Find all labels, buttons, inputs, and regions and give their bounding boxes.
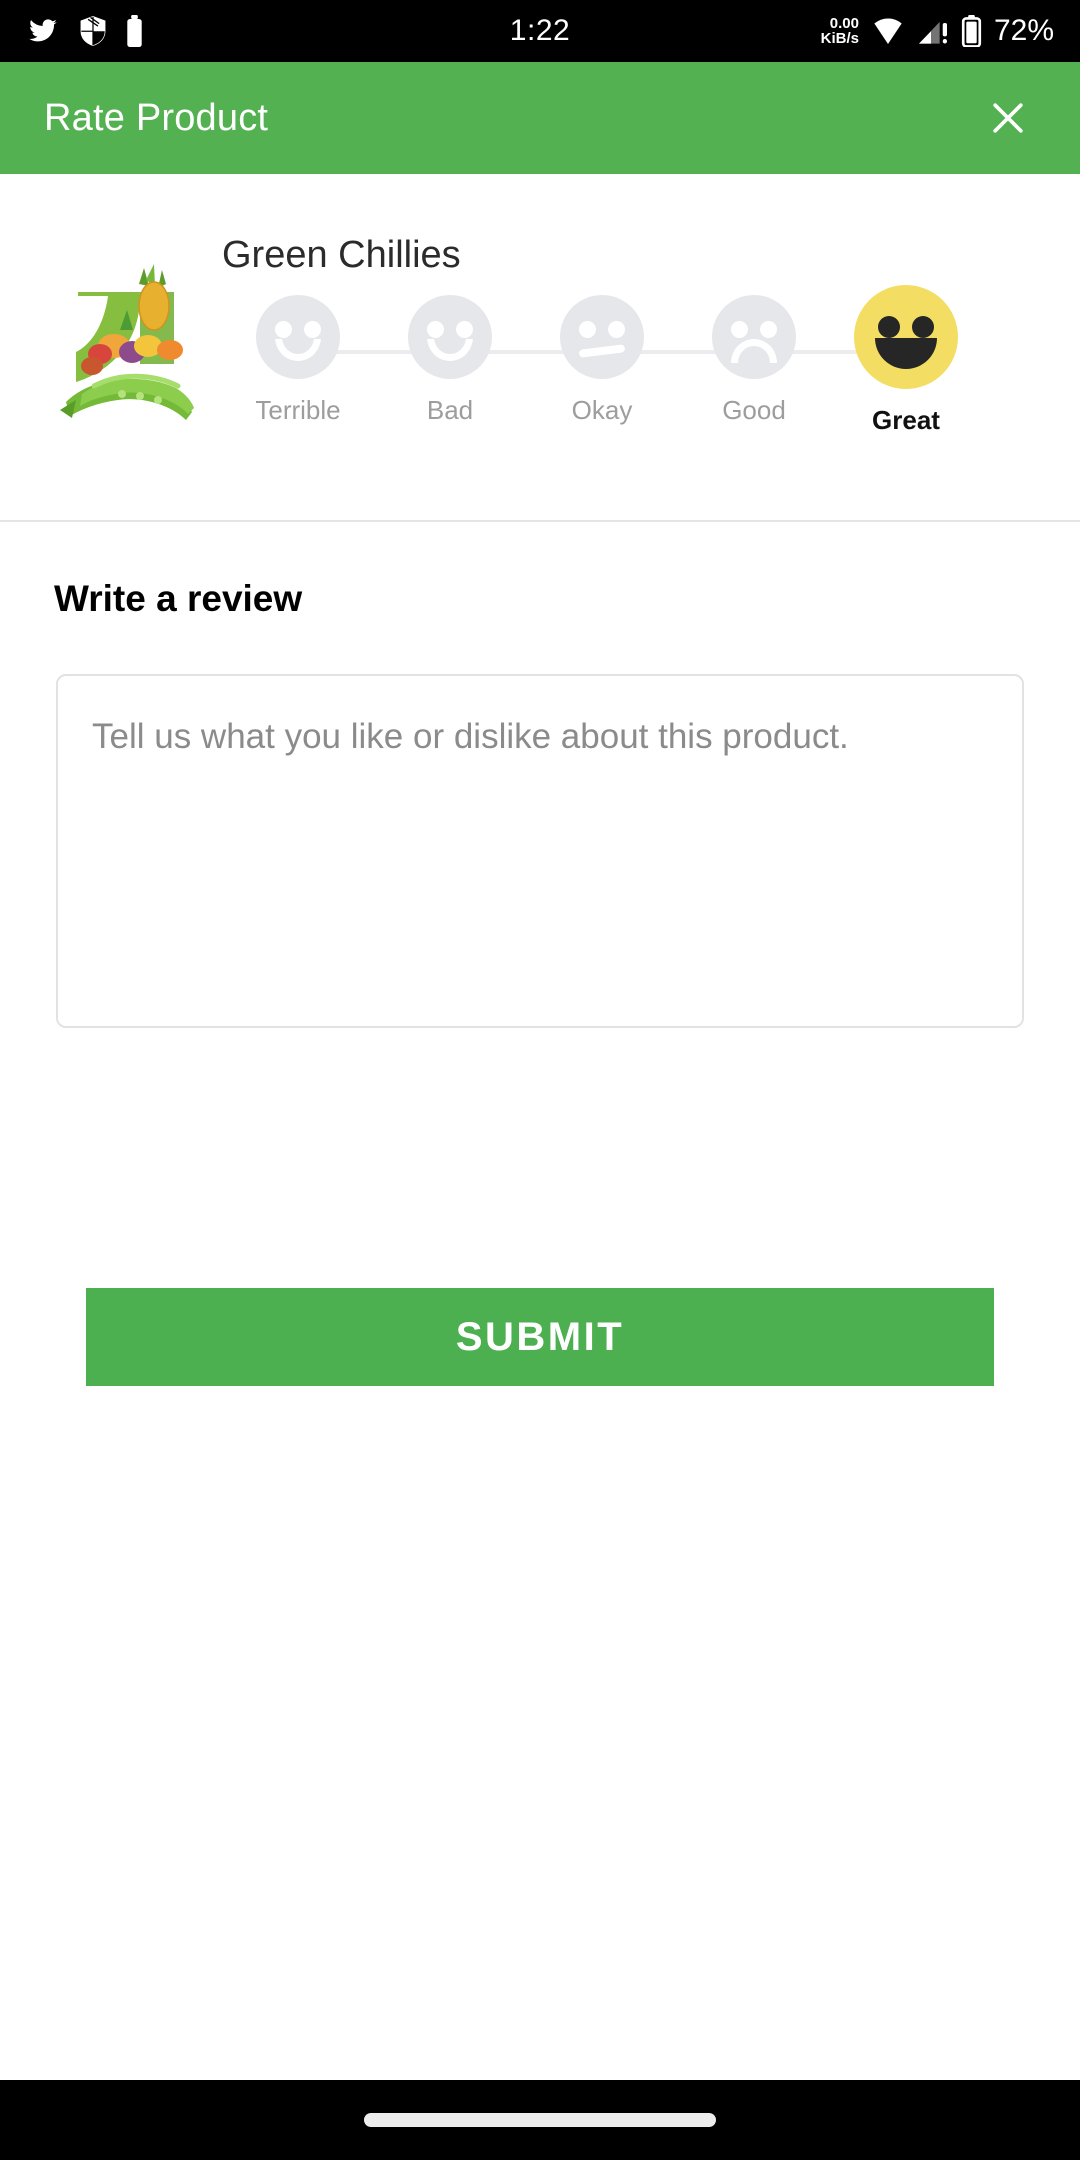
rating-option-terrible[interactable]: Terrible [222, 295, 374, 426]
rating-label-great: Great [872, 405, 940, 435]
rating-selector[interactable]: Terrible Bad Okay Good Great [222, 285, 982, 436]
battery-saver-icon [127, 15, 142, 47]
wifi-icon [874, 18, 902, 44]
rating-option-good[interactable]: Good [678, 295, 830, 426]
green-chillies [60, 373, 194, 420]
face-okay-icon [560, 295, 644, 379]
status-bar-right-icons: 0.00 KiB/s 72% [821, 14, 1054, 48]
status-bar: 1:22 0.00 KiB/s 72% [0, 0, 1080, 62]
submit-button-label: SUBMIT [455, 1314, 625, 1359]
battery-percent-label: 72% [993, 14, 1054, 47]
face-bad-icon [408, 295, 492, 379]
page-title: Rate Product [44, 96, 269, 139]
product-image [36, 234, 216, 424]
rating-label-terrible: Terrible [255, 395, 341, 425]
cellular-signal-alert-icon [918, 21, 947, 44]
network-speed-indicator: 0.00 KiB/s [821, 16, 859, 46]
shield-icon [80, 16, 106, 46]
face-terrible-icon [256, 295, 340, 379]
review-input[interactable]: Tell us what you like or dislike about t… [56, 674, 1024, 1028]
status-bar-left-icons [26, 15, 143, 47]
submit-button[interactable]: SUBMIT [86, 1288, 994, 1386]
review-placeholder-text: Tell us what you like or dislike about t… [92, 717, 849, 756]
rating-label-bad: Bad [426, 395, 474, 425]
app-bar: Rate Product [0, 62, 1080, 174]
twitter-icon [29, 19, 57, 42]
rating-label-okay: Okay [571, 395, 633, 425]
battery-icon [961, 15, 982, 47]
pineapple [138, 264, 170, 331]
close-icon [993, 103, 1023, 133]
rating-option-bad[interactable]: Bad [374, 295, 526, 426]
rating-option-okay[interactable]: Okay [526, 295, 678, 426]
face-good-icon [712, 295, 796, 379]
phone-screen: 1:22 0.00 KiB/s 72% Rate Product Green C… [0, 0, 1080, 2160]
network-speed-unit: KiB/s [820, 30, 859, 47]
review-section-heading: Write a review [54, 578, 303, 619]
rating-label-good: Good [722, 395, 786, 425]
rating-card: Green Chillies Terrible Bad Okay Good Gr… [0, 174, 1080, 522]
close-button[interactable] [976, 86, 1040, 150]
network-speed-value: 0.00 [829, 15, 859, 32]
rating-content: Green Chillies Terrible Bad Okay Good Gr… [216, 234, 1080, 436]
product-name: Green Chillies [222, 234, 461, 276]
home-gesture-pill[interactable] [364, 2113, 716, 2127]
rating-option-great[interactable]: Great [830, 285, 982, 436]
system-navigation-bar [0, 2080, 1080, 2160]
produce-logo-graphic [60, 264, 194, 420]
face-great-icon-selected [854, 285, 958, 389]
